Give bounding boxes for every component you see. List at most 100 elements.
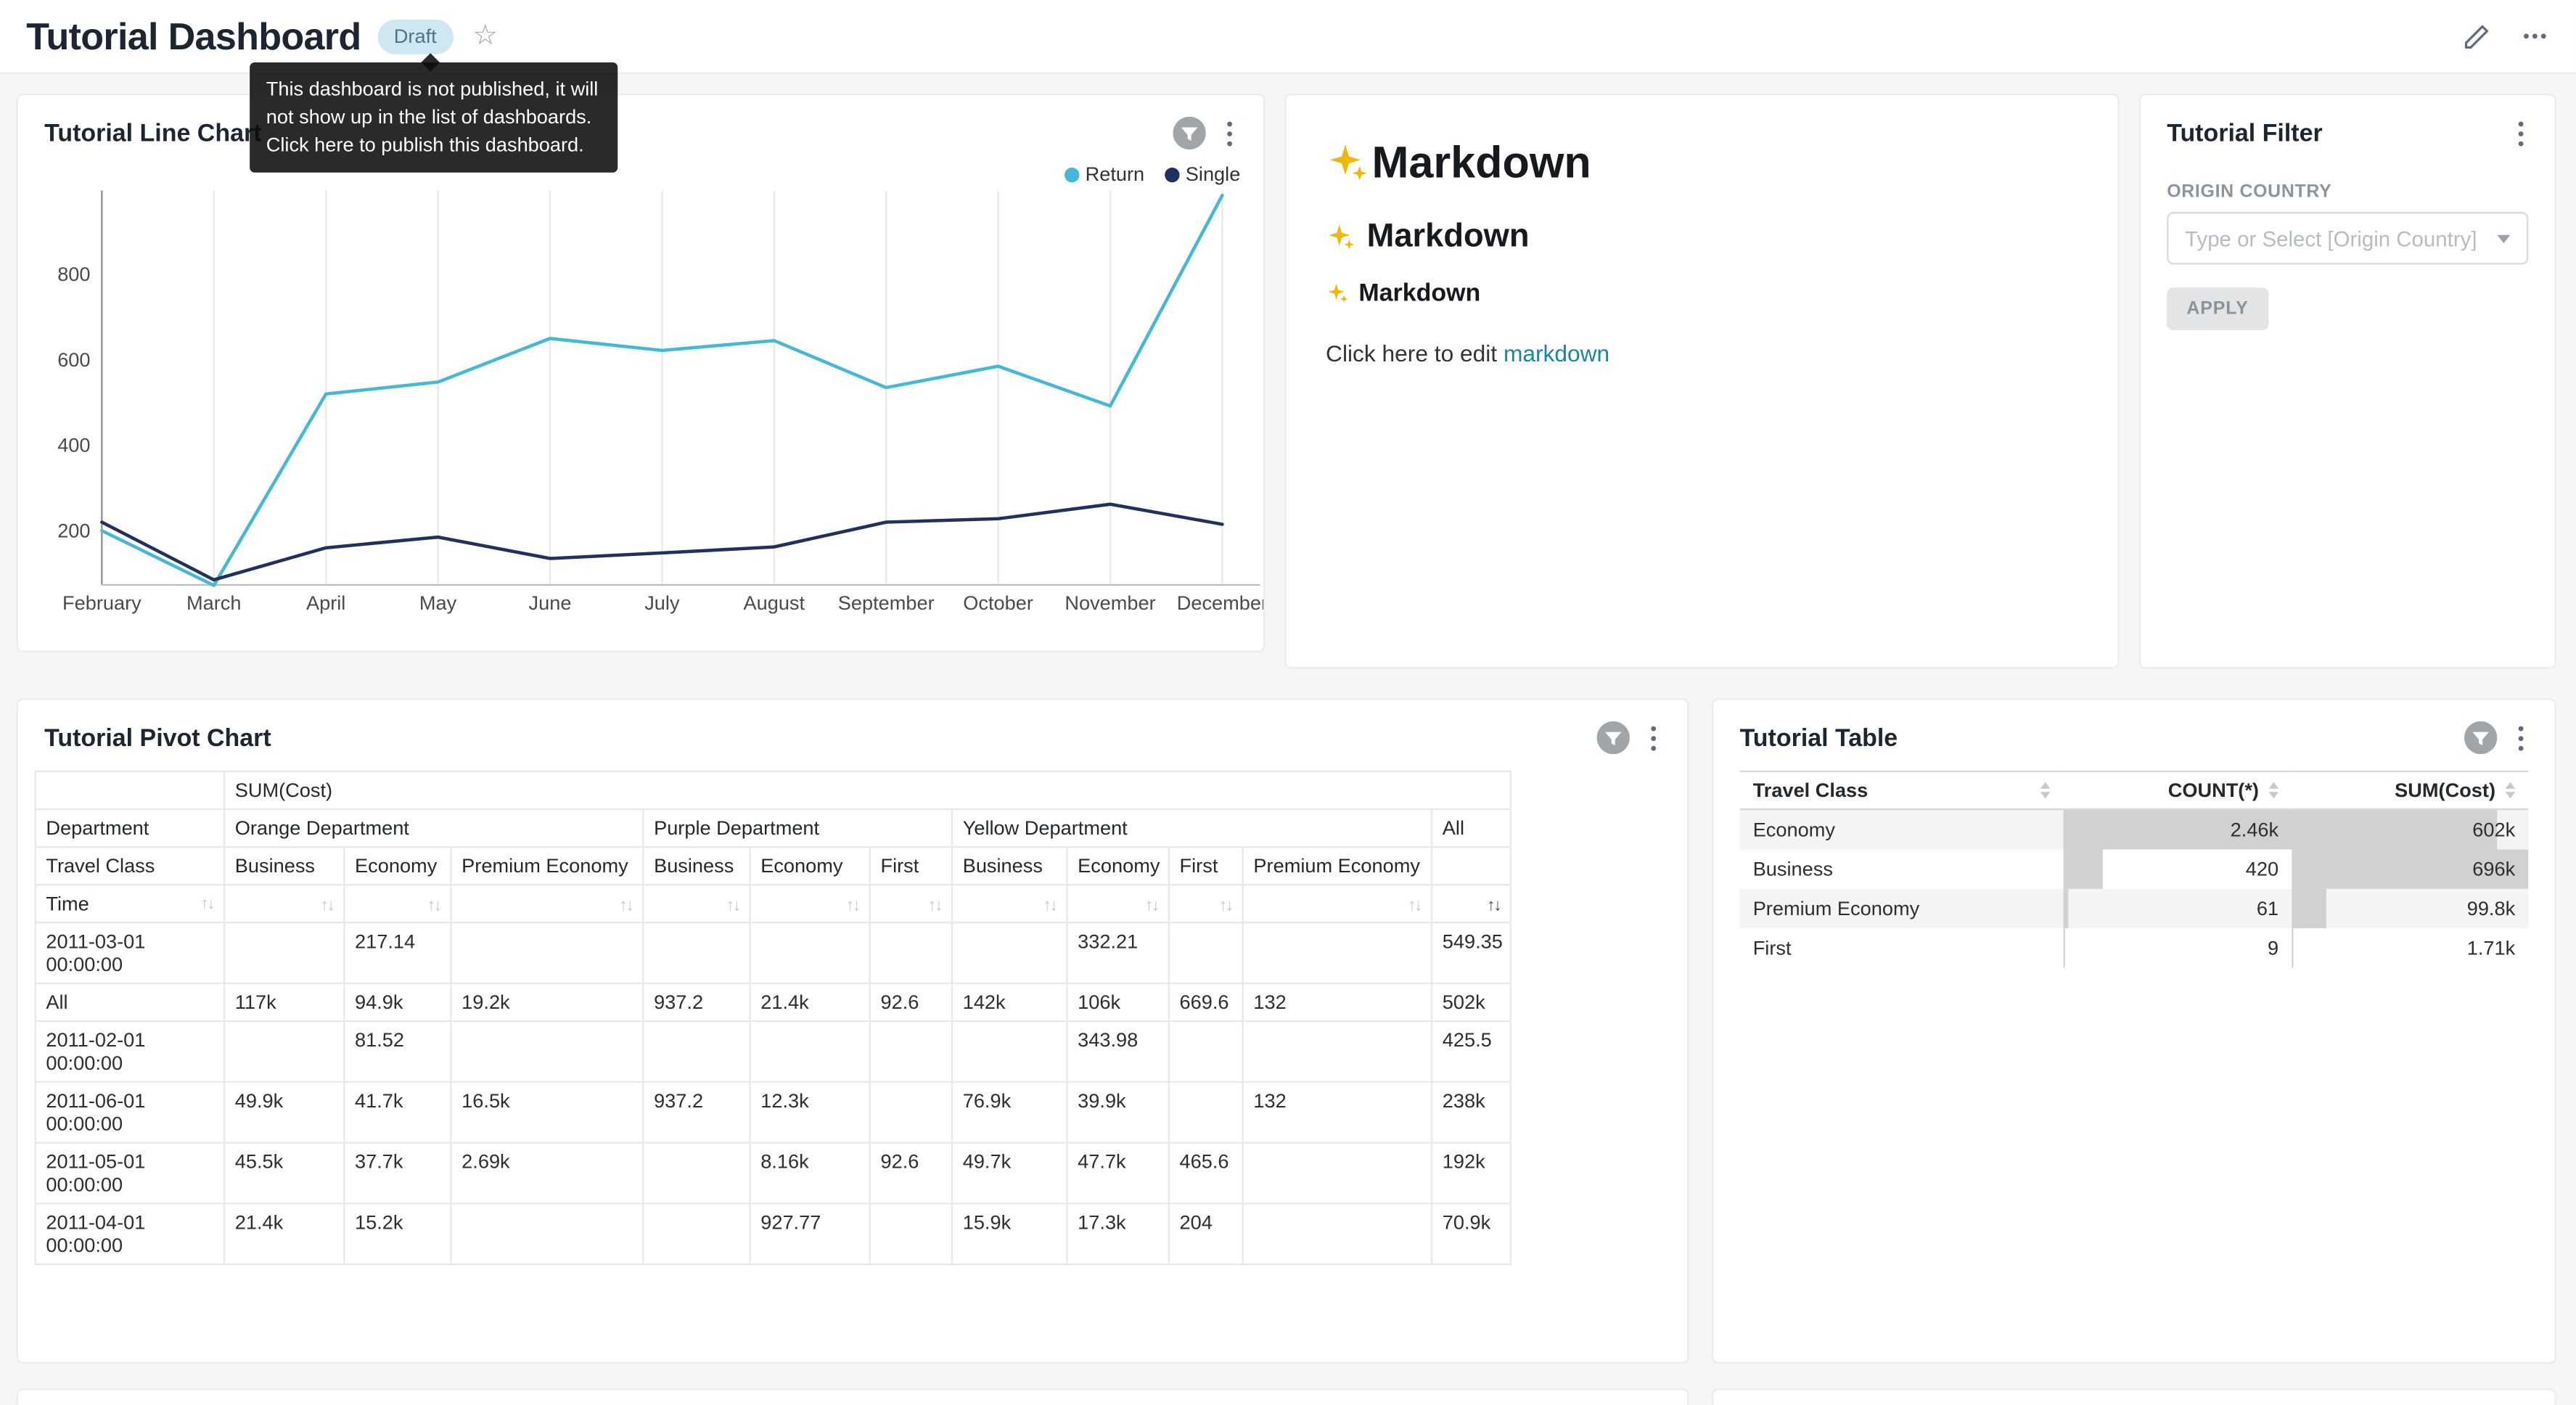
header-actions xyxy=(2463,21,2550,51)
pivot-cell: All xyxy=(1432,809,1511,847)
sort-icon[interactable] xyxy=(2269,782,2279,799)
sort-icon[interactable]: ↑↓ xyxy=(200,895,213,913)
pivot-cell: 2.69k xyxy=(451,1143,643,1204)
pivot-cell: Economy xyxy=(1067,847,1168,885)
pivot-cell xyxy=(451,1021,643,1082)
pivot-cell: Yellow Department xyxy=(952,809,1432,847)
pivot-table: SUM(Cost)DepartmentOrange DepartmentPurp… xyxy=(35,771,1512,1265)
sort-icon[interactable]: ↑↓ xyxy=(928,897,941,915)
pivot-cell: ↑↓ xyxy=(224,885,344,922)
sort-icon[interactable]: ↑↓ xyxy=(1043,897,1057,915)
card-header: Tutorial Pivot Chart xyxy=(18,700,1687,767)
sort-icon[interactable]: ↑↓ xyxy=(1219,897,1232,915)
sort-descending-icon[interactable]: ↑↓ xyxy=(1487,897,1500,915)
filter-indicator-icon[interactable] xyxy=(2464,721,2497,754)
sort-icon[interactable] xyxy=(2506,782,2516,799)
pivot-cell xyxy=(1169,1082,1243,1143)
sum-cell: 99.8k xyxy=(2292,888,2528,927)
column-header-sum-cost-[interactable]: SUM(Cost) xyxy=(2292,771,2528,809)
sort-icon[interactable]: ↑↓ xyxy=(1408,897,1421,915)
pivot-cell: 92.6 xyxy=(870,1143,952,1204)
pivot-cell: Economy xyxy=(750,847,870,885)
svg-text:December: December xyxy=(1177,591,1266,614)
svg-text:February: February xyxy=(62,591,141,614)
pivot-cell: 192k xyxy=(1432,1143,1511,1204)
card-header: Tutorial Filter xyxy=(2141,95,2555,163)
sort-icon[interactable]: ↑↓ xyxy=(620,897,633,915)
column-header-count-[interactable]: COUNT(*) xyxy=(2063,771,2292,809)
pivot-cell: 37.7k xyxy=(344,1143,451,1204)
table-row[interactable]: Premium Economy6199.8k xyxy=(1740,888,2529,927)
more-options-icon[interactable] xyxy=(1646,721,1661,754)
ellipsis-horizontal-icon xyxy=(2520,21,2550,51)
pivot-cell: 142k xyxy=(952,983,1067,1021)
cell-value: 61 xyxy=(2063,890,2292,926)
edit-dashboard-icon[interactable] xyxy=(2463,22,2490,50)
pivot-cell: Business xyxy=(952,847,1067,885)
sort-icon[interactable]: ↑↓ xyxy=(846,897,859,915)
pivot-cell xyxy=(870,1021,952,1082)
sort-icon[interactable] xyxy=(2040,782,2050,799)
sort-icon[interactable]: ↑↓ xyxy=(1145,897,1158,915)
more-options-icon[interactable] xyxy=(2514,117,2528,149)
travel-class-cell: First xyxy=(1740,927,2064,967)
apply-button[interactable]: APPLY xyxy=(2167,287,2268,330)
pivot-cell: ↑↓ xyxy=(1243,885,1432,922)
pivot-cell: 2011-05-01 00:00:00 xyxy=(36,1143,224,1204)
pivot-cell: 238k xyxy=(1432,1082,1511,1143)
status-badge[interactable]: Draft xyxy=(377,19,453,54)
sparkles-icon xyxy=(1326,223,1355,253)
svg-text:September: September xyxy=(838,591,935,614)
pivot-cell: 15.2k xyxy=(344,1203,451,1264)
cell-value: 602k xyxy=(2292,811,2528,848)
filter-indicator-icon[interactable] xyxy=(1597,721,1630,754)
sum-cell: 602k xyxy=(2292,809,2528,848)
select-placeholder: Type or Select [Origin Country] xyxy=(2185,226,2477,250)
title-area: Tutorial Dashboard Draft ☆ xyxy=(26,14,498,58)
pivot-cell: 21.4k xyxy=(750,983,870,1021)
legend-item-return[interactable]: Return xyxy=(1064,163,1144,186)
sum-cell: 696k xyxy=(2292,848,2528,888)
pivot-row: 2011-03-01 00:00:00217.14332.21549.35 xyxy=(36,922,1511,983)
pivot-row: 2011-06-01 00:00:0049.9k41.7k16.5k937.21… xyxy=(36,1082,1511,1143)
pivot-cell: Travel Class xyxy=(36,847,224,885)
svg-text:October: October xyxy=(963,591,1033,614)
sort-icon[interactable]: ↑↓ xyxy=(427,897,440,915)
more-options-icon[interactable] xyxy=(2514,721,2528,754)
pivot-cell: ↑↓ xyxy=(643,885,750,922)
origin-country-select[interactable]: Type or Select [Origin Country] xyxy=(2167,212,2528,264)
more-actions-icon[interactable] xyxy=(2520,21,2550,51)
svg-text:800: 800 xyxy=(57,263,90,285)
travel-class-cell: Premium Economy xyxy=(1740,888,2064,927)
pivot-cell: ↑↓ xyxy=(1169,885,1243,922)
pivot-cell: 2011-02-01 00:00:00 xyxy=(36,1021,224,1082)
table-row[interactable]: Business420696k xyxy=(1740,848,2529,888)
legend-item-single[interactable]: Single xyxy=(1164,163,1240,186)
pivot-cell: 117k xyxy=(224,983,344,1021)
filter-field-label: ORIGIN COUNTRY xyxy=(2167,182,2528,202)
table-card: Tutorial Table Travel ClassCOUNT(*)SUM(C… xyxy=(1712,698,2556,1364)
pivot-cell xyxy=(643,922,750,983)
pivot-cell: ↑↓ xyxy=(750,885,870,922)
pivot-cell: 8.16k xyxy=(750,1143,870,1204)
count-cell: 9 xyxy=(2063,927,2292,967)
sparkles-icon xyxy=(1326,282,1349,305)
pivot-cell: 332.21 xyxy=(1067,922,1168,983)
markdown-heading-text: Markdown xyxy=(1371,138,1591,189)
pivot-cell: Business xyxy=(643,847,750,885)
column-header-travel-class[interactable]: Travel Class xyxy=(1740,771,2064,809)
table-row[interactable]: Economy2.46k602k xyxy=(1740,809,2529,848)
pivot-cell: 49.9k xyxy=(224,1082,344,1143)
pivot-cell xyxy=(1243,1021,1432,1082)
pivot-cell: 132 xyxy=(1243,1082,1432,1143)
markdown-heading-text: Markdown xyxy=(1358,279,1480,307)
sort-icon[interactable]: ↑↓ xyxy=(726,897,739,915)
svg-text:May: May xyxy=(419,591,457,614)
cell-value: 1.71k xyxy=(2292,929,2528,965)
cell-value: 99.8k xyxy=(2292,890,2528,926)
sort-icon[interactable]: ↑↓ xyxy=(320,897,333,915)
table-row[interactable]: First91.71k xyxy=(1740,927,2529,967)
favorite-star-icon[interactable]: ☆ xyxy=(473,20,499,52)
pivot-cell: 47.7k xyxy=(1067,1143,1168,1204)
markdown-edit-link[interactable]: markdown xyxy=(1504,340,1609,366)
